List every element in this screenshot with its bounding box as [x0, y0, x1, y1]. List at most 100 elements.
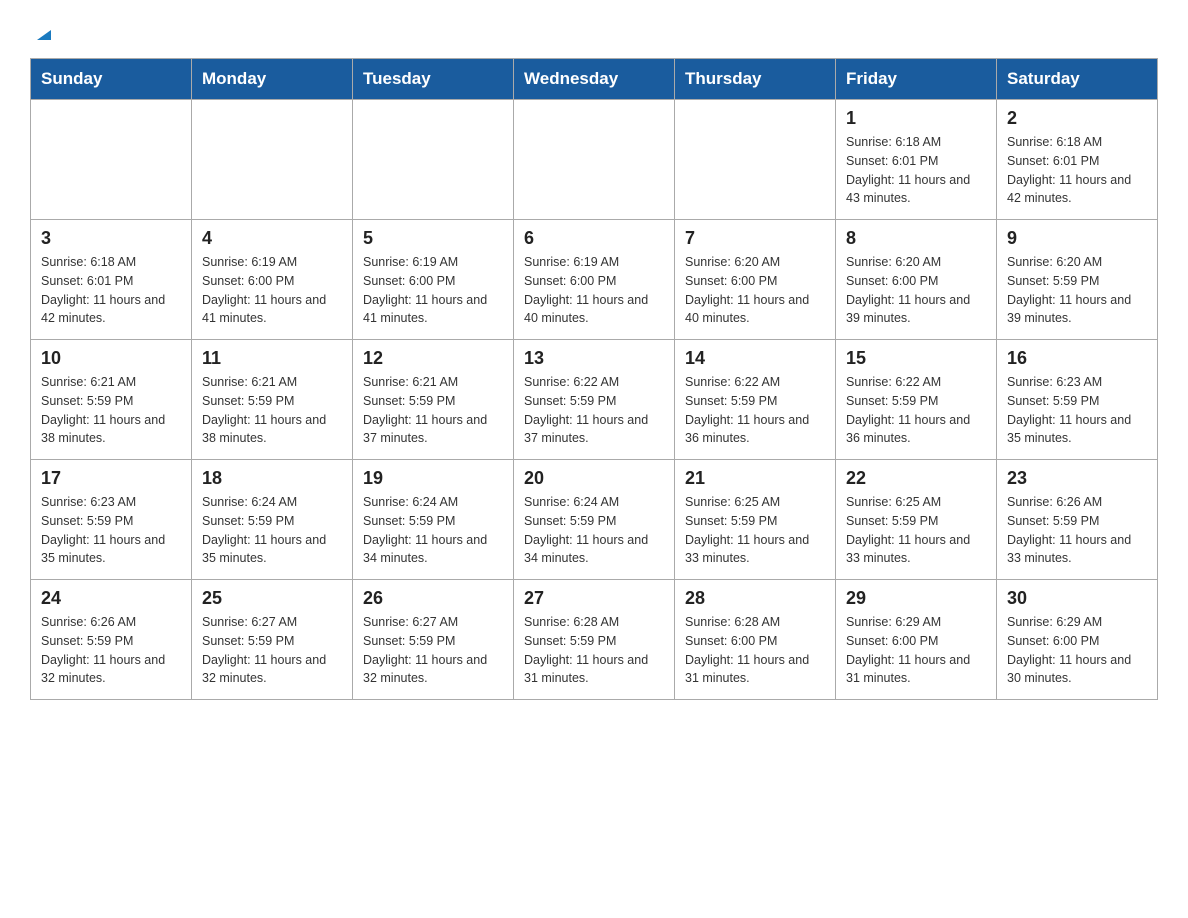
day-number: 23: [1007, 468, 1147, 489]
calendar-cell: 18Sunrise: 6:24 AM Sunset: 5:59 PM Dayli…: [192, 460, 353, 580]
day-number: 1: [846, 108, 986, 129]
day-info: Sunrise: 6:28 AM Sunset: 6:00 PM Dayligh…: [685, 613, 825, 688]
day-number: 22: [846, 468, 986, 489]
week-row-1: 1 Sunrise: 6:18 AM Sunset: 6:01 PM Daylig…: [31, 100, 1158, 220]
day-info: Sunrise: 6:29 AM Sunset: 6:00 PM Dayligh…: [1007, 613, 1147, 688]
day-info: Sunrise: 6:19 AM Sunset: 6:00 PM Dayligh…: [202, 253, 342, 328]
logo: [30, 20, 55, 40]
weekday-header-tuesday: Tuesday: [353, 59, 514, 100]
day-number: 12: [363, 348, 503, 369]
calendar-cell: [514, 100, 675, 220]
week-row-2: 3Sunrise: 6:18 AM Sunset: 6:01 PM Daylig…: [31, 220, 1158, 340]
day-info: Sunrise: 6:22 AM Sunset: 5:59 PM Dayligh…: [685, 373, 825, 448]
day-info: Sunrise: 6:19 AM Sunset: 6:00 PM Dayligh…: [363, 253, 503, 328]
day-number: 4: [202, 228, 342, 249]
day-info: Sunrise: 6:24 AM Sunset: 5:59 PM Dayligh…: [202, 493, 342, 568]
day-info: Sunrise: 6:27 AM Sunset: 5:59 PM Dayligh…: [202, 613, 342, 688]
weekday-header-monday: Monday: [192, 59, 353, 100]
day-number: 13: [524, 348, 664, 369]
day-info: Sunrise: 6:25 AM Sunset: 5:59 PM Dayligh…: [685, 493, 825, 568]
day-number: 25: [202, 588, 342, 609]
day-number: 16: [1007, 348, 1147, 369]
day-info: Sunrise: 6:29 AM Sunset: 6:00 PM Dayligh…: [846, 613, 986, 688]
calendar-cell: 10Sunrise: 6:21 AM Sunset: 5:59 PM Dayli…: [31, 340, 192, 460]
day-number: 21: [685, 468, 825, 489]
calendar-cell: [192, 100, 353, 220]
day-number: 24: [41, 588, 181, 609]
day-info: Sunrise: 6:27 AM Sunset: 5:59 PM Dayligh…: [363, 613, 503, 688]
day-number: 15: [846, 348, 986, 369]
calendar-cell: 6Sunrise: 6:19 AM Sunset: 6:00 PM Daylig…: [514, 220, 675, 340]
calendar-cell: 4 Sunrise: 6:19 AM Sunset: 6:00 PM Daylig…: [192, 220, 353, 340]
calendar-table: SundayMondayTuesdayWednesdayThursdayFrid…: [30, 58, 1158, 700]
day-number: 19: [363, 468, 503, 489]
day-info: Sunrise: 6:24 AM Sunset: 5:59 PM Dayligh…: [524, 493, 664, 568]
day-info: Sunrise: 6:25 AM Sunset: 5:59 PM Dayligh…: [846, 493, 986, 568]
day-number: 28: [685, 588, 825, 609]
day-info: Sunrise: 6:18 AM Sunset: 6:01 PM Dayligh…: [846, 133, 986, 208]
day-number: 6: [524, 228, 664, 249]
week-row-4: 17 Sunrise: 6:23 AM Sunset: 5:59 PM Dayli…: [31, 460, 1158, 580]
calendar-cell: 23 Sunrise: 6:26 AM Sunset: 5:59 PM Dayli…: [997, 460, 1158, 580]
day-number: 7: [685, 228, 825, 249]
calendar-cell: 27 Sunrise: 6:28 AM Sunset: 5:59 PM Dayli…: [514, 580, 675, 700]
calendar-cell: 29 Sunrise: 6:29 AM Sunset: 6:00 PM Dayli…: [836, 580, 997, 700]
page-header: [30, 20, 1158, 40]
calendar-cell: 14 Sunrise: 6:22 AM Sunset: 5:59 PM Dayli…: [675, 340, 836, 460]
calendar-cell: 17 Sunrise: 6:23 AM Sunset: 5:59 PM Dayli…: [31, 460, 192, 580]
calendar-cell: 16 Sunrise: 6:23 AM Sunset: 5:59 PM Dayli…: [997, 340, 1158, 460]
calendar-cell: 28 Sunrise: 6:28 AM Sunset: 6:00 PM Dayli…: [675, 580, 836, 700]
day-number: 29: [846, 588, 986, 609]
calendar-cell: 22 Sunrise: 6:25 AM Sunset: 5:59 PM Dayli…: [836, 460, 997, 580]
calendar-cell: 3Sunrise: 6:18 AM Sunset: 6:01 PM Daylig…: [31, 220, 192, 340]
day-number: 11: [202, 348, 342, 369]
calendar-cell: 1 Sunrise: 6:18 AM Sunset: 6:01 PM Daylig…: [836, 100, 997, 220]
calendar-cell: [353, 100, 514, 220]
calendar-cell: 11 Sunrise: 6:21 AM Sunset: 5:59 PM Dayli…: [192, 340, 353, 460]
day-info: Sunrise: 6:22 AM Sunset: 5:59 PM Dayligh…: [846, 373, 986, 448]
day-info: Sunrise: 6:18 AM Sunset: 6:01 PM Dayligh…: [1007, 133, 1147, 208]
weekday-header-thursday: Thursday: [675, 59, 836, 100]
day-number: 3: [41, 228, 181, 249]
day-number: 8: [846, 228, 986, 249]
day-info: Sunrise: 6:23 AM Sunset: 5:59 PM Dayligh…: [41, 493, 181, 568]
day-number: 14: [685, 348, 825, 369]
week-row-5: 24Sunrise: 6:26 AM Sunset: 5:59 PM Dayli…: [31, 580, 1158, 700]
calendar-cell: 12 Sunrise: 6:21 AM Sunset: 5:59 PM Dayli…: [353, 340, 514, 460]
weekday-header-row: SundayMondayTuesdayWednesdayThursdayFrid…: [31, 59, 1158, 100]
calendar-cell: 5 Sunrise: 6:19 AM Sunset: 6:00 PM Daylig…: [353, 220, 514, 340]
calendar-cell: 7 Sunrise: 6:20 AM Sunset: 6:00 PM Daylig…: [675, 220, 836, 340]
calendar-cell: 30 Sunrise: 6:29 AM Sunset: 6:00 PM Dayli…: [997, 580, 1158, 700]
calendar-cell: 20 Sunrise: 6:24 AM Sunset: 5:59 PM Dayli…: [514, 460, 675, 580]
calendar-cell: 15 Sunrise: 6:22 AM Sunset: 5:59 PM Dayli…: [836, 340, 997, 460]
day-number: 30: [1007, 588, 1147, 609]
day-info: Sunrise: 6:28 AM Sunset: 5:59 PM Dayligh…: [524, 613, 664, 688]
day-info: Sunrise: 6:24 AM Sunset: 5:59 PM Dayligh…: [363, 493, 503, 568]
day-info: Sunrise: 6:26 AM Sunset: 5:59 PM Dayligh…: [1007, 493, 1147, 568]
day-info: Sunrise: 6:20 AM Sunset: 5:59 PM Dayligh…: [1007, 253, 1147, 328]
day-info: Sunrise: 6:23 AM Sunset: 5:59 PM Dayligh…: [1007, 373, 1147, 448]
day-number: 5: [363, 228, 503, 249]
day-number: 26: [363, 588, 503, 609]
day-number: 10: [41, 348, 181, 369]
weekday-header-friday: Friday: [836, 59, 997, 100]
logo-triangle-icon: [33, 22, 55, 44]
calendar-cell: 2 Sunrise: 6:18 AM Sunset: 6:01 PM Daylig…: [997, 100, 1158, 220]
day-info: Sunrise: 6:22 AM Sunset: 5:59 PM Dayligh…: [524, 373, 664, 448]
day-number: 2: [1007, 108, 1147, 129]
day-info: Sunrise: 6:20 AM Sunset: 6:00 PM Dayligh…: [685, 253, 825, 328]
weekday-header-saturday: Saturday: [997, 59, 1158, 100]
calendar-cell: 21 Sunrise: 6:25 AM Sunset: 5:59 PM Dayli…: [675, 460, 836, 580]
day-info: Sunrise: 6:21 AM Sunset: 5:59 PM Dayligh…: [363, 373, 503, 448]
calendar-cell: 26 Sunrise: 6:27 AM Sunset: 5:59 PM Dayli…: [353, 580, 514, 700]
weekday-header-sunday: Sunday: [31, 59, 192, 100]
day-info: Sunrise: 6:21 AM Sunset: 5:59 PM Dayligh…: [202, 373, 342, 448]
day-number: 27: [524, 588, 664, 609]
day-number: 20: [524, 468, 664, 489]
day-info: Sunrise: 6:20 AM Sunset: 6:00 PM Dayligh…: [846, 253, 986, 328]
calendar-cell: 25 Sunrise: 6:27 AM Sunset: 5:59 PM Dayli…: [192, 580, 353, 700]
day-number: 9: [1007, 228, 1147, 249]
day-number: 17: [41, 468, 181, 489]
weekday-header-wednesday: Wednesday: [514, 59, 675, 100]
calendar-cell: 13 Sunrise: 6:22 AM Sunset: 5:59 PM Dayli…: [514, 340, 675, 460]
